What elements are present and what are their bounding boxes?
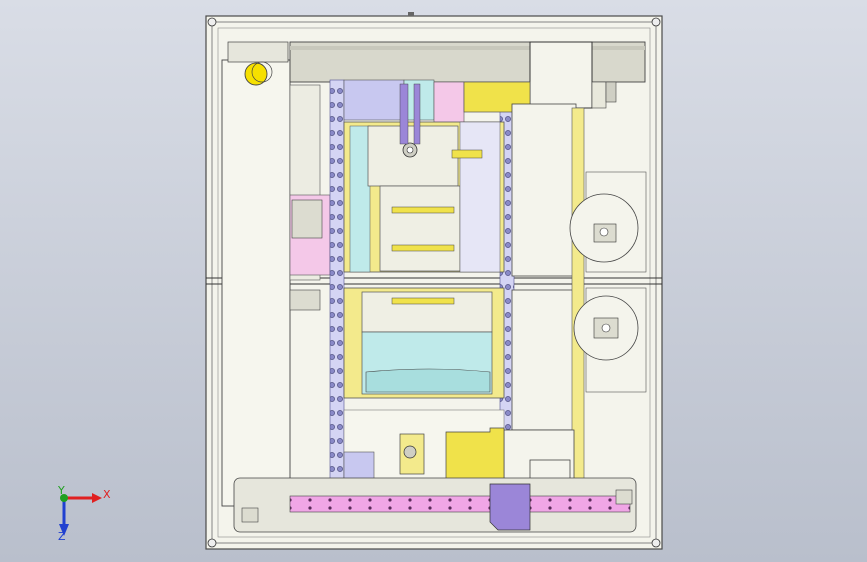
triad-z-label: Z (58, 530, 66, 543)
cad-viewport[interactable]: X Y Z (0, 0, 867, 562)
triad-y-label: Y (58, 484, 65, 497)
fixture-upper (343, 79, 531, 273)
right-linear-module (503, 103, 585, 529)
bottom-slide-rail (233, 477, 637, 533)
conveyor-chain-left (329, 79, 345, 521)
triad-x-label: X (103, 488, 111, 501)
cad-assembly-drawing[interactable] (0, 0, 867, 562)
fixture-lower (343, 287, 505, 399)
